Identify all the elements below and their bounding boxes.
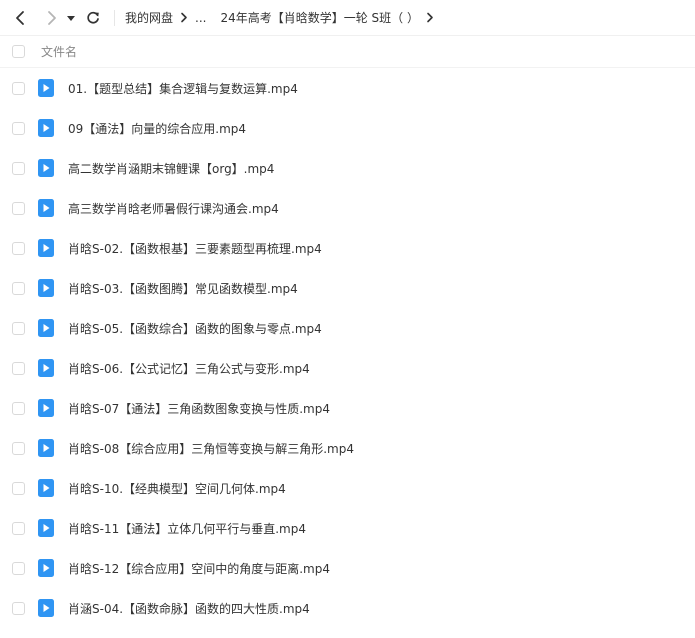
file-name: 肖晗S-03.【函数图腾】常见函数模型.mp4 [68, 281, 298, 296]
file-checkbox[interactable] [12, 121, 25, 135]
file-row[interactable]: 肖晗S-11【通法】立体几何平行与垂直.mp4 [0, 508, 695, 548]
file-row[interactable]: 肖涵S-04.【函数命脉】函数的四大性质.mp4 [0, 588, 695, 628]
file-row[interactable]: 01.【题型总结】集合逻辑与复数运算.mp4 [0, 68, 695, 108]
chevron-right-icon [48, 10, 56, 25]
file-name: 肖晗S-11【通法】立体几何平行与垂直.mp4 [68, 521, 306, 536]
video-file-icon [38, 199, 54, 217]
breadcrumb-item-current[interactable]: 24年高考【肖晗数学】一轮 S班（ ） [220, 9, 419, 26]
file-checkbox[interactable] [12, 481, 25, 495]
file-row[interactable]: 肖晗S-06.【公式记忆】三角公式与变形.mp4 [0, 348, 695, 388]
file-checkbox[interactable] [12, 161, 25, 175]
file-name: 01.【题型总结】集合逻辑与复数运算.mp4 [68, 81, 298, 96]
file-row[interactable]: 肖晗S-12【综合应用】空间中的角度与距离.mp4 [0, 548, 695, 588]
refresh-button[interactable] [80, 3, 106, 33]
forward-button[interactable] [38, 3, 64, 33]
file-checkbox[interactable] [12, 521, 25, 535]
file-row[interactable]: 肖晗S-10.【经典模型】空间几何体.mp4 [0, 468, 695, 508]
file-row[interactable]: 肖晗S-07【通法】三角函数图象变换与性质.mp4 [0, 388, 695, 428]
caret-down-icon [67, 15, 75, 21]
file-name: 高三数学肖晗老师暑假行课沟通会.mp4 [68, 201, 279, 216]
file-name: 肖晗S-06.【公式记忆】三角公式与变形.mp4 [68, 361, 310, 376]
select-all-checkbox[interactable] [12, 45, 25, 58]
video-file-icon [38, 359, 54, 377]
toolbar-divider [114, 9, 115, 26]
file-name: 肖晗S-10.【经典模型】空间几何体.mp4 [68, 481, 286, 496]
history-dropdown-button[interactable] [64, 3, 78, 33]
file-name: 肖涵S-04.【函数命脉】函数的四大性质.mp4 [68, 601, 310, 616]
breadcrumb: 我的网盘 ... 24年高考【肖晗数学】一轮 S班（ ） [125, 9, 441, 26]
file-checkbox[interactable] [12, 281, 25, 295]
video-file-icon [38, 279, 54, 297]
file-checkbox[interactable] [12, 361, 25, 375]
chevron-right-icon [180, 12, 188, 23]
file-checkbox[interactable] [12, 241, 25, 255]
file-checkbox[interactable] [12, 81, 25, 95]
video-file-icon [38, 399, 54, 417]
file-row[interactable]: 高三数学肖晗老师暑假行课沟通会.mp4 [0, 188, 695, 228]
file-checkbox[interactable] [12, 441, 25, 455]
file-checkbox[interactable] [12, 321, 25, 335]
file-name: 肖晗S-07【通法】三角函数图象变换与性质.mp4 [68, 401, 330, 416]
back-button[interactable] [8, 3, 34, 33]
video-file-icon [38, 79, 54, 97]
file-name: 肖晗S-05.【函数综合】函数的图象与零点.mp4 [68, 321, 322, 336]
file-row[interactable]: 肖晗S-03.【函数图腾】常见函数模型.mp4 [0, 268, 695, 308]
file-name: 高二数学肖涵期末锦鲤课【org】.mp4 [68, 161, 275, 176]
file-row[interactable]: 肖晗S-05.【函数综合】函数的图象与零点.mp4 [0, 308, 695, 348]
video-file-icon [38, 439, 54, 457]
file-row[interactable]: 09【通法】向量的综合应用.mp4 [0, 108, 695, 148]
video-file-icon [38, 159, 54, 177]
column-header-filename[interactable]: 文件名 [41, 43, 77, 60]
breadcrumb-item-ellipsis[interactable]: ... [195, 11, 206, 25]
file-name: 肖晗S-02.【函数根基】三要素题型再梳理.mp4 [68, 241, 322, 256]
file-name: 肖晗S-08【综合应用】三角恒等变换与解三角形.mp4 [68, 441, 354, 456]
video-file-icon [38, 119, 54, 137]
refresh-icon [87, 11, 99, 23]
file-checkbox[interactable] [12, 401, 25, 415]
file-name: 肖晗S-12【综合应用】空间中的角度与距离.mp4 [68, 561, 330, 576]
file-checkbox[interactable] [12, 201, 25, 215]
list-header: 文件名 [0, 36, 695, 68]
file-checkbox[interactable] [12, 601, 25, 615]
video-file-icon [38, 559, 54, 577]
breadcrumb-item-root[interactable]: 我的网盘 [125, 9, 173, 26]
toolbar: 我的网盘 ... 24年高考【肖晗数学】一轮 S班（ ） [0, 0, 695, 36]
chevron-right-icon[interactable] [426, 12, 434, 23]
file-row[interactable]: 肖晗S-08【综合应用】三角恒等变换与解三角形.mp4 [0, 428, 695, 468]
chevron-left-icon [16, 10, 24, 25]
video-file-icon [38, 319, 54, 337]
file-name: 09【通法】向量的综合应用.mp4 [68, 121, 247, 136]
video-file-icon [38, 519, 54, 537]
video-file-icon [38, 599, 54, 617]
file-row[interactable]: 肖晗S-02.【函数根基】三要素题型再梳理.mp4 [0, 228, 695, 268]
video-file-icon [38, 479, 54, 497]
file-checkbox[interactable] [12, 561, 25, 575]
file-list: 01.【题型总结】集合逻辑与复数运算.mp4 09【通法】向量的综合应用.mp4… [0, 68, 695, 628]
video-file-icon [38, 239, 54, 257]
file-row[interactable]: 高二数学肖涵期末锦鲤课【org】.mp4 [0, 148, 695, 188]
